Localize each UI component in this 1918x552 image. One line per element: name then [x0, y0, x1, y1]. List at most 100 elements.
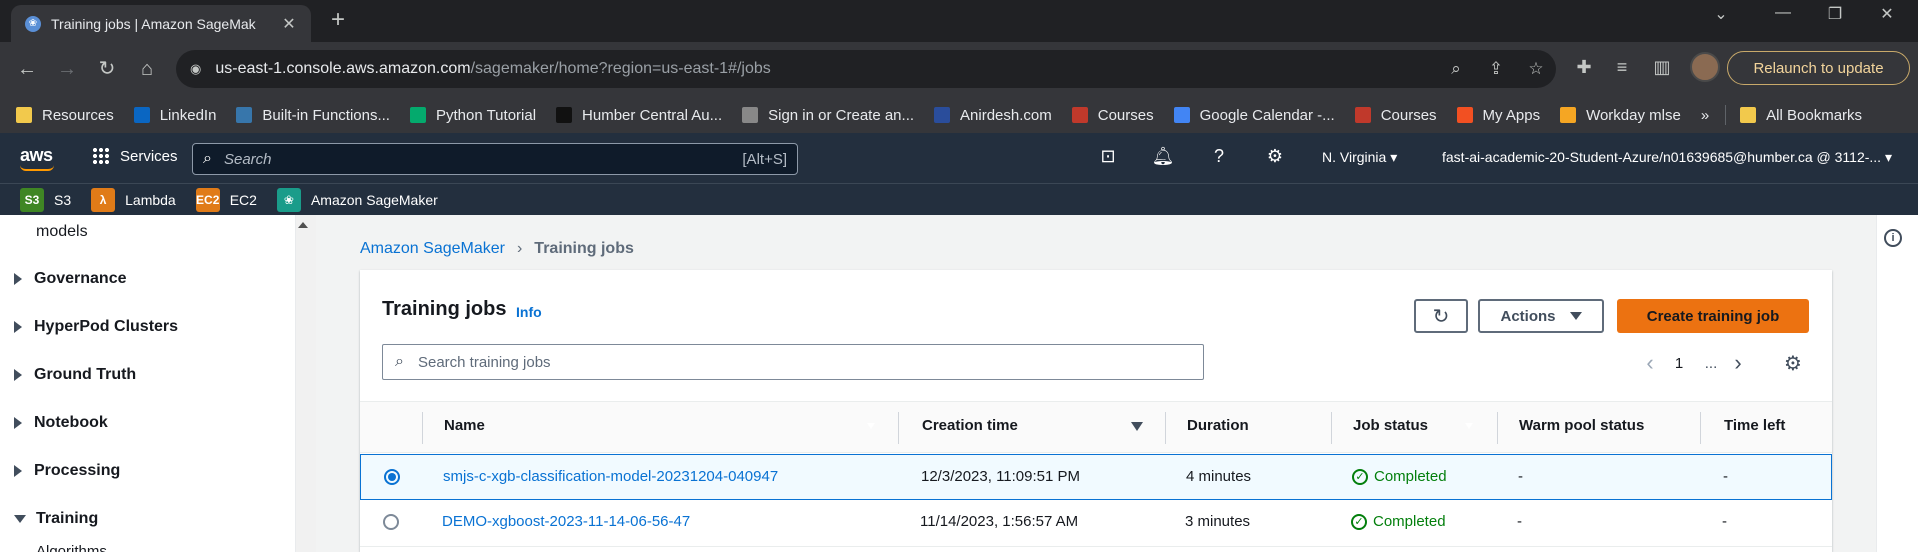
info-panel-icon[interactable]: i [1884, 229, 1902, 247]
zoom-icon[interactable]: ⌕ [1436, 59, 1476, 79]
notifications-bell-icon[interactable]: 🔔︎ [1151, 146, 1175, 167]
bookmark-item[interactable]: My Apps [1456, 107, 1540, 124]
bookmark-favicon-icon [1560, 107, 1577, 123]
job-name-link[interactable]: DEMO-xgboost-2023-11-14-06-56-47 [442, 513, 690, 530]
sidebar-item-algorithms[interactable]: Algorithms [36, 543, 107, 552]
refresh-icon: ↻ [1432, 305, 1450, 328]
warm-pool-status: - [1517, 513, 1522, 530]
favorite-service-link[interactable]: EC2 EC2 [195, 187, 257, 212]
account-menu[interactable]: fast-ai-academic-20-Student-Azure/n01639… [1442, 149, 1892, 166]
bookmark-item[interactable]: Workday mlse [1560, 107, 1681, 124]
favorite-service-link[interactable]: λ Lambda [91, 187, 176, 212]
column-header-creation-time[interactable]: Creation time [922, 417, 1018, 434]
cloudshell-icon[interactable]: ⊡ [1096, 146, 1120, 167]
training-jobs-search[interactable]: ⌕ [382, 344, 1204, 380]
column-header-time-left[interactable]: Time left [1724, 417, 1785, 434]
sidebar-scrollbar[interactable] [296, 215, 316, 552]
previous-page-icon[interactable]: ‹ [1638, 350, 1662, 376]
sidebar-section-notebook[interactable]: Notebook [14, 414, 108, 432]
reload-icon[interactable]: ↻ [92, 54, 122, 84]
service-icon: λ [91, 187, 116, 212]
bookmarks-overflow-button[interactable]: » [1701, 107, 1709, 124]
bookmark-item[interactable]: Sign in or Create an... [742, 107, 914, 124]
sort-icon[interactable] [1463, 422, 1475, 431]
table-preferences-gear-icon[interactable]: ⚙ [1784, 351, 1802, 376]
next-page-icon[interactable]: › [1726, 350, 1750, 376]
bookmark-star-icon[interactable]: ☆ [1516, 59, 1556, 79]
services-menu-button[interactable]: Services [92, 147, 178, 165]
favorite-service-link[interactable]: ❀ Amazon SageMaker [276, 187, 438, 212]
help-icon[interactable]: ? [1207, 146, 1231, 167]
media-queue-icon[interactable]: ≡ [1608, 57, 1636, 78]
folder-icon [1740, 107, 1757, 123]
aws-search-input[interactable]: ⌕ Search [Alt+S] [192, 143, 798, 175]
job-name-link[interactable]: smjs-c-xgb-classification-model-20231204… [443, 468, 778, 485]
aws-logo[interactable]: aws [20, 145, 54, 171]
browser-tab-active[interactable]: ❀ Training jobs | Amazon SageMak ✕ [11, 5, 311, 42]
bookmark-item[interactable]: Anirdesh.com [934, 107, 1052, 124]
minimize-icon[interactable]: — [1768, 4, 1798, 22]
row-select-radio[interactable] [383, 514, 399, 530]
column-header-job-status[interactable]: Job status [1353, 417, 1428, 434]
side-panel-icon[interactable]: ▥ [1648, 57, 1676, 78]
extensions-icon[interactable]: ✚ [1570, 57, 1598, 78]
sagemaker-favicon-icon: ❀ [25, 15, 41, 32]
sidebar-section-ground-truth[interactable]: Ground Truth [14, 366, 136, 384]
bookmark-item[interactable]: Resources [16, 107, 114, 124]
region-selector[interactable]: N. Virginia ▾ [1322, 149, 1397, 166]
bookmark-favicon-icon [1071, 107, 1088, 123]
share-icon[interactable]: ⇪ [1476, 59, 1516, 79]
restore-icon[interactable]: ❐ [1820, 4, 1850, 24]
refresh-button[interactable]: ↻ [1414, 299, 1468, 333]
sort-descending-icon[interactable] [1131, 422, 1143, 431]
new-tab-icon[interactable]: + [322, 6, 354, 34]
home-icon[interactable]: ⌂ [132, 54, 162, 84]
profile-avatar[interactable] [1690, 52, 1720, 82]
sidebar-item-models[interactable]: models [36, 223, 88, 241]
tab-search-chevron-icon[interactable]: ⌄ [1706, 4, 1736, 24]
column-header-duration[interactable]: Duration [1187, 417, 1249, 434]
all-bookmarks-folder[interactable]: All Bookmarks [1740, 107, 1862, 124]
bookmark-favicon-icon [236, 107, 253, 123]
bookmark-item[interactable]: Python Tutorial [409, 107, 536, 124]
column-header-warm-pool-status[interactable]: Warm pool status [1519, 417, 1644, 434]
actions-dropdown-button[interactable]: Actions [1478, 299, 1604, 333]
close-window-icon[interactable]: ✕ [1872, 4, 1902, 24]
grid-icon [92, 147, 110, 165]
create-training-job-button[interactable]: Create training job [1617, 299, 1809, 333]
bookmark-item[interactable]: Humber Central Au... [556, 107, 722, 124]
sidebar-section-hyperpod-clusters[interactable]: HyperPod Clusters [14, 318, 178, 336]
site-info-icon[interactable]: ◉ [190, 61, 201, 77]
url-text[interactable]: us-east-1.console.aws.amazon.com/sagemak… [215, 60, 1436, 78]
sidebar-section-governance[interactable]: Governance [14, 270, 126, 288]
breadcrumb-sagemaker-link[interactable]: Amazon SageMaker [360, 240, 505, 258]
bookmark-item[interactable]: LinkedIn [133, 107, 216, 124]
page-ellipsis: ... [1704, 354, 1718, 372]
row-select-radio[interactable] [384, 469, 400, 485]
sidebar-section-processing[interactable]: Processing [14, 462, 120, 480]
bookmark-favicon-icon [556, 107, 573, 123]
table-row[interactable]: smjs-c-xgb-classification-model-20231204… [360, 454, 1832, 500]
success-check-icon: ✓ [1351, 513, 1367, 530]
settings-gear-icon[interactable]: ⚙ [1263, 146, 1287, 167]
bookmark-item[interactable]: Built-in Functions... [236, 107, 390, 124]
bookmark-item[interactable]: Google Calendar -... [1173, 107, 1335, 124]
info-link[interactable]: Info [516, 304, 542, 320]
relaunch-to-update-button[interactable]: Relaunch to update [1727, 51, 1910, 85]
table-row[interactable]: DEMO-xgboost-2023-11-14-06-56-47 11/14/2… [360, 500, 1832, 546]
page-number[interactable]: 1 [1662, 355, 1696, 372]
column-header-name[interactable]: Name [444, 417, 485, 434]
address-bar[interactable]: ◉ us-east-1.console.aws.amazon.com/sagem… [176, 50, 1556, 88]
tab-close-icon[interactable]: ✕ [279, 14, 299, 34]
back-arrow-icon[interactable]: ← [12, 54, 42, 84]
sort-icon[interactable] [865, 422, 877, 431]
bookmark-item[interactable]: Courses [1354, 107, 1437, 124]
status-badge: ✓ Completed [1351, 513, 1446, 530]
search-input[interactable] [417, 353, 1191, 371]
forward-arrow-icon[interactable]: → [52, 54, 82, 84]
sidebar-section-training[interactable]: Training [14, 510, 98, 528]
caret-right-icon [14, 465, 22, 477]
favorite-service-link[interactable]: S3 S3 [20, 187, 71, 212]
scroll-up-arrow-icon[interactable] [298, 222, 308, 228]
bookmark-item[interactable]: Courses [1071, 107, 1154, 124]
